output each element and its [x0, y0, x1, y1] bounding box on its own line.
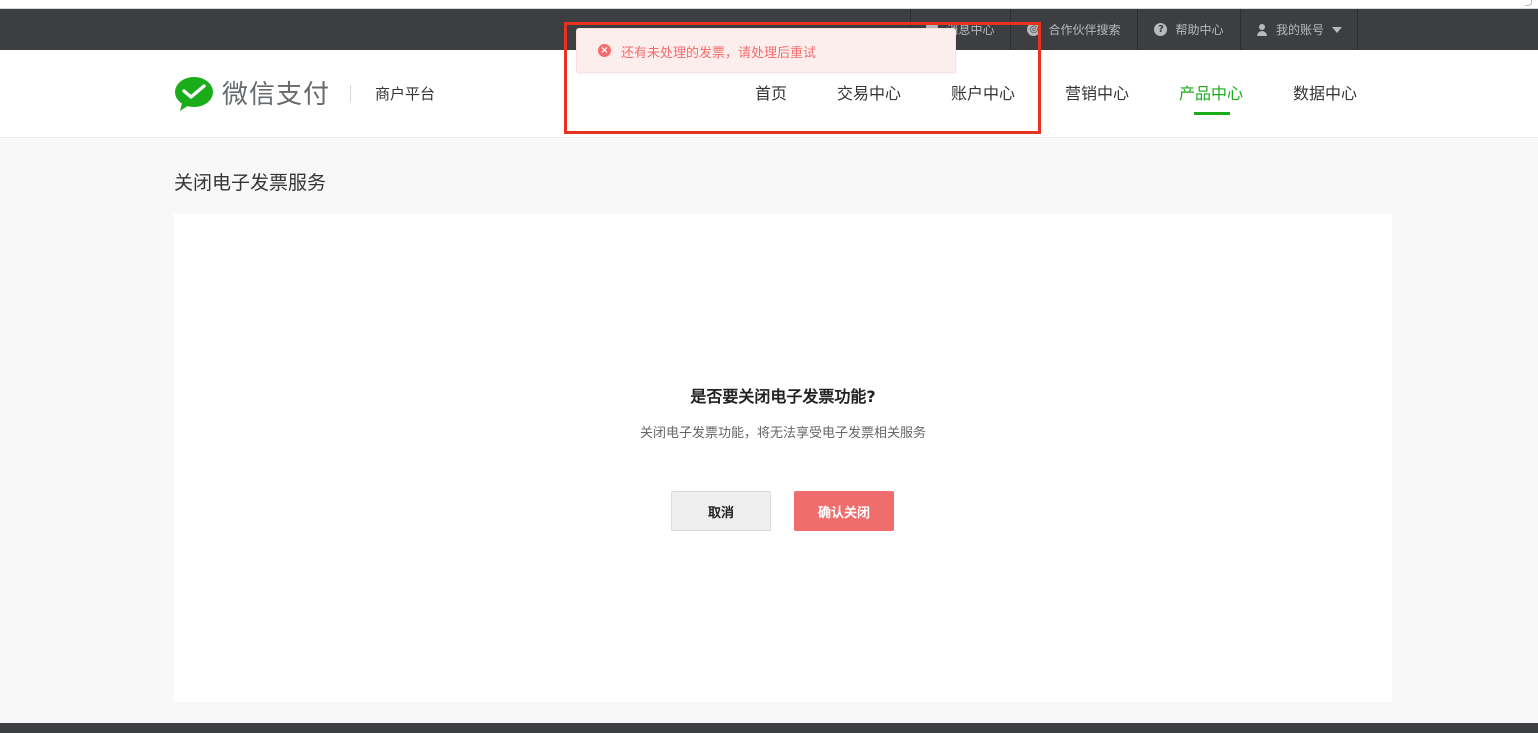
chevron-down-icon: [1332, 26, 1342, 33]
page-title: 关闭电子发票服务: [174, 172, 327, 194]
wechat-pay-logo-icon[interactable]: [174, 76, 214, 112]
confirm-close-button[interactable]: 确认关闭: [794, 491, 894, 531]
my-account-menu[interactable]: 我的账号: [1240, 9, 1358, 50]
brand-name[interactable]: 微信支付: [222, 74, 330, 111]
annotation-highlight-box: [564, 22, 1041, 134]
my-account-label: 我的账号: [1275, 23, 1324, 37]
help-center-link[interactable]: ? 帮助中心: [1137, 9, 1240, 50]
cancel-button[interactable]: 取消: [671, 491, 771, 531]
nav-marketing-center[interactable]: 营销中心: [1065, 80, 1129, 104]
scrollbar-corner: [1525, 0, 1532, 6]
help-icon: ?: [1154, 23, 1168, 36]
footer-bar: [0, 723, 1538, 733]
confirm-description: 关闭电子发票功能，将无法享受电子发票相关服务: [639, 426, 926, 441]
brand-divider: [350, 85, 351, 102]
help-center-label: 帮助中心: [1175, 23, 1224, 37]
user-icon: [1256, 23, 1268, 36]
content-panel: 是否要关闭电子发票功能? 关闭电子发票功能，将无法享受电子发票相关服务 取消 确…: [174, 214, 1392, 702]
browser-top-strip: [0, 0, 1538, 9]
nav-data-center[interactable]: 数据中心: [1293, 80, 1357, 104]
brand-subtitle: 商户平台: [375, 85, 436, 103]
partner-search-label: 合作伙伴搜索: [1048, 23, 1121, 37]
confirm-title: 是否要关闭电子发票功能?: [690, 387, 876, 406]
active-nav-indicator: [1194, 112, 1230, 115]
nav-product-center[interactable]: 产品中心: [1179, 80, 1243, 104]
